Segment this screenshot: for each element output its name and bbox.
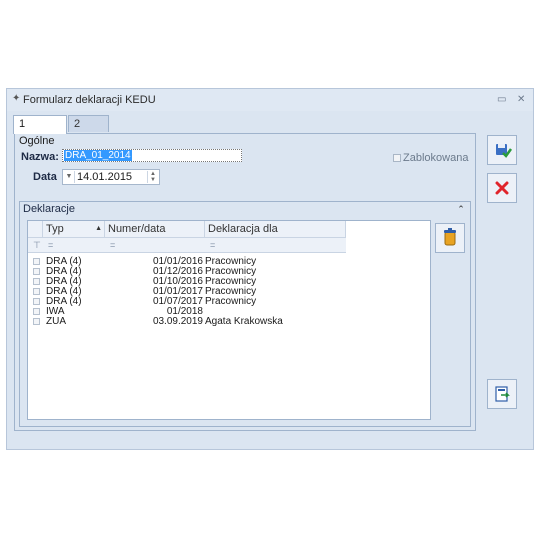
kedu-form-window: ✦ Formularz deklaracji KEDU ▭ ✕ 1 Ogólne… xyxy=(6,88,534,450)
row-checkbox[interactable] xyxy=(33,298,40,305)
tab-ogolne[interactable]: 1 Ogólne xyxy=(13,115,67,147)
column-typ[interactable]: Typ ▲ xyxy=(43,221,105,237)
group-title: Deklaracje xyxy=(23,203,75,215)
zablokowana-label: Zablokowana xyxy=(403,152,469,164)
minimize-button[interactable]: ▭ xyxy=(497,94,506,105)
calendar-dropdown-icon[interactable]: ▼ xyxy=(64,171,75,183)
table-row[interactable]: ZUA 03.09.2019 Agata Krakowska xyxy=(28,317,346,327)
close-window-button[interactable]: ✕ xyxy=(517,94,525,105)
sort-ascending-icon: ▲ xyxy=(95,225,102,232)
data-label: Data xyxy=(33,171,57,183)
delete-declaration-button[interactable] xyxy=(435,223,465,253)
app-icon: ✦ xyxy=(12,93,21,104)
row-checkbox[interactable] xyxy=(33,308,40,315)
date-value: 14.01.2015 xyxy=(77,171,133,183)
trash-icon xyxy=(444,228,456,246)
filter-row: ⊤ = = = xyxy=(28,238,346,253)
column-typ-label: Typ xyxy=(46,223,64,235)
row-checkbox[interactable] xyxy=(33,318,40,325)
deklaracje-group: Deklaracje ⌃ Typ ▲ Numer/data Deklaracja… xyxy=(19,201,471,427)
date-field[interactable]: ▼ 14.01.2015 ▲ ▼ xyxy=(62,169,160,185)
cancel-button[interactable] xyxy=(487,173,517,203)
cancel-icon xyxy=(495,181,509,195)
save-button[interactable] xyxy=(487,135,517,165)
row-checkbox[interactable] xyxy=(33,268,40,275)
row-typ: ZUA xyxy=(46,316,66,327)
nazwa-value: DRA_01_2014 xyxy=(64,150,132,161)
nazwa-label: Nazwa: xyxy=(21,151,59,163)
select-column-header[interactable] xyxy=(28,221,43,237)
save-icon xyxy=(496,144,513,158)
title-bar: ✦ Formularz deklaracji KEDU ▭ ✕ xyxy=(7,89,533,111)
date-spinner[interactable]: ▲ ▼ xyxy=(147,171,158,183)
tab-opis[interactable]: 2 Opis xyxy=(68,115,109,147)
row-dla: Agata Krakowska xyxy=(205,316,283,327)
export-button[interactable] xyxy=(487,379,517,409)
row-numer: 03.09.2019 xyxy=(152,316,203,327)
filter-dla[interactable]: = xyxy=(205,238,215,252)
zablokowana-checkbox[interactable] xyxy=(393,154,401,162)
export-icon xyxy=(495,386,510,402)
row-checkbox[interactable] xyxy=(33,258,40,265)
filter-icon[interactable]: ⊤ xyxy=(28,238,41,252)
column-deklaracja-dla[interactable]: Deklaracja dla xyxy=(205,221,346,237)
row-dla: Pracownicy xyxy=(205,296,257,307)
grid-header: Typ ▲ Numer/data Deklaracja dla xyxy=(28,221,346,238)
filter-typ[interactable]: = xyxy=(43,238,53,252)
column-numer-data[interactable]: Numer/data xyxy=(105,221,205,237)
filter-numer[interactable]: = xyxy=(105,238,115,252)
row-checkbox[interactable] xyxy=(33,288,40,295)
declarations-grid: Typ ▲ Numer/data Deklaracja dla ⊤ = = = … xyxy=(27,220,431,420)
nazwa-input[interactable]: DRA_01_2014 xyxy=(62,149,242,162)
collapse-group-icon[interactable]: ⌃ xyxy=(456,204,466,214)
window-title: Formularz deklaracji KEDU xyxy=(23,94,156,106)
row-checkbox[interactable] xyxy=(33,278,40,285)
